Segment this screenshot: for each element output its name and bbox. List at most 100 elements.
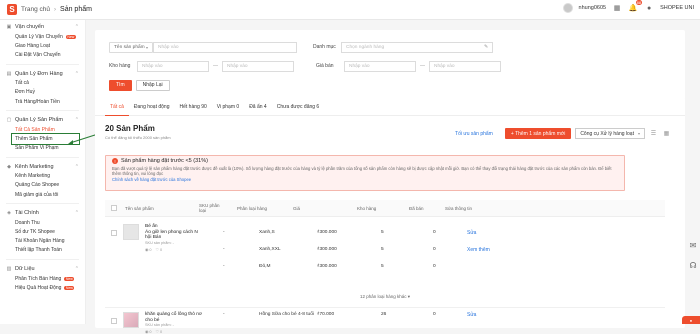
preorder-policy-link[interactable]: Chính sách về hàng đặt trước của Shopee — [112, 177, 618, 182]
breadcrumb-home[interactable]: Trang chủ — [21, 6, 50, 13]
header-stock[interactable]: Kho hàng — [357, 206, 409, 211]
variation-stock: 5 — [381, 264, 433, 269]
sidebar-item-all-orders[interactable]: Tất cả — [6, 79, 79, 88]
sidebar-section-header[interactable]: ◆Kênh Marketing⌃ — [6, 164, 79, 170]
add-product-button[interactable]: + Thêm 1 sản phẩm mới — [505, 128, 571, 139]
product-thumbnail[interactable] — [123, 224, 139, 240]
notification-icon[interactable]: 🔔88 — [628, 3, 638, 13]
variation-name: Hồng Sữa cho bé 4-8 tuổi — [259, 312, 317, 318]
product-name[interactable]: khăn quàng cổ lông thỏ nơ cho bé — [145, 312, 207, 323]
name-type-select[interactable]: Tên sản phẩm▾ — [109, 42, 153, 53]
sidebar-item-ads[interactable]: Quảng Cáo Shopee — [6, 181, 79, 190]
sidebar-section-header[interactable]: ▥Dữ Liệu⌃ — [6, 266, 79, 272]
range-dash: — — [420, 63, 425, 69]
sidebar-section-header[interactable]: ◈Tài Chính⌃ — [6, 210, 79, 216]
sidebar-item-vouchers[interactable]: Mã giảm giá của tôi — [6, 190, 79, 199]
row-checkbox[interactable] — [111, 230, 117, 236]
sidebar-item-bank-account[interactable]: Tài Khoản Ngân Hàng — [6, 237, 79, 246]
select-all-checkbox[interactable] — [111, 205, 117, 211]
list-tools: Tối ưu sản phẩm + Thêm 1 sản phẩm mới Cô… — [455, 128, 671, 139]
product-count: 20 Sản Phẩm Có thể đăng tối thiểu 2000 s… — [105, 124, 171, 140]
sidebar-item-payment-settings[interactable]: Thiết lập Thanh Toán — [6, 246, 79, 255]
header-variation[interactable]: Phân loại hàng — [237, 206, 277, 211]
username[interactable]: nhung0605 — [579, 5, 607, 11]
chevron-up-icon: ⌃ — [75, 71, 79, 77]
box-icon: ▢ — [6, 117, 12, 123]
tab-active[interactable]: Đang hoạt động — [129, 104, 175, 115]
row-divider — [105, 307, 665, 308]
tab-unpublished[interactable]: Chưa được đăng 6 — [272, 104, 325, 115]
shopee-logo[interactable]: S — [7, 4, 17, 15]
table-header: Tên sản phẩm SKU phân loại Phân loại hàn… — [105, 200, 665, 217]
edit-link[interactable]: Sửa — [467, 230, 476, 236]
variation-sku: - — [223, 312, 259, 318]
sidebar-item-shipping-settings[interactable]: Cài Đặt Vận Chuyển — [6, 50, 79, 59]
notification-badge: 88 — [636, 0, 642, 5]
header-sku: SKU phân loại — [199, 203, 227, 213]
sidebar-item-bulk-shipping[interactable]: Giao Hàng Loạt — [6, 41, 79, 50]
sidebar-item-returns[interactable]: Trả Hàng/Hoàn Tiền — [6, 97, 79, 106]
price-to-input[interactable]: Nhập vào — [429, 61, 501, 72]
list-view-icon[interactable]: ☰ — [649, 129, 658, 138]
variation-stock: 5 — [381, 247, 433, 252]
new-badge: New — [66, 35, 76, 39]
sidebar-section-finance: ◈Tài Chính⌃ Doanh Thu Số dư TK Shopee Tà… — [0, 206, 85, 257]
avatar[interactable] — [563, 3, 573, 13]
header-sold[interactable]: Đã bán — [409, 206, 439, 211]
variation-name: Xanh,S — [259, 230, 317, 235]
more-variations-toggle[interactable]: 12 phân loại hàng khác ▾ — [105, 294, 665, 300]
tab-hidden[interactable]: Đã ẩn 4 — [244, 104, 272, 115]
reset-button[interactable]: Nhập Lại — [136, 80, 170, 91]
variation-sku: - — [223, 230, 259, 235]
sidebar-section-header[interactable]: ▤Quản Lý Đơn Hàng⌃ — [6, 71, 79, 77]
sidebar-item-balance[interactable]: Số dư TK Shopee — [6, 227, 79, 236]
product-count-subtitle: Có thể đăng tối thiểu 2000 sản phẩm — [105, 135, 171, 140]
see-more-link[interactable]: Xem thêm — [467, 247, 490, 253]
apps-icon[interactable]: ▦ — [612, 3, 622, 13]
sidebar-section-header[interactable]: ▣Vận chuyển⌃ — [6, 24, 79, 30]
shop-icon[interactable]: ● — [644, 3, 654, 13]
sidebar-item-performance[interactable]: Hiệu Quả Hoạt ĐộngNew — [6, 283, 79, 292]
sidebar-section-marketing: ◆Kênh Marketing⌃ Kênh Marketing Quảng Cá… — [0, 160, 85, 202]
divider — [6, 110, 79, 111]
search-button[interactable]: Tìm — [109, 80, 132, 91]
header-product-name: Tên sản phẩm — [125, 206, 199, 211]
price-from-input[interactable]: Nhập vào — [344, 61, 416, 72]
header-edit: Sửa thông tin — [445, 206, 485, 211]
filter-card: Tên sản phẩm▾ Nhập vào Danh mục Chọn ngà… — [95, 30, 685, 100]
sidebar-item-cancelled[interactable]: Đơn Huỷ — [6, 88, 79, 97]
sidebar-item-shipping-management[interactable]: Quản Lý Vận ChuyểnNew — [6, 32, 79, 41]
tab-all[interactable]: Tất cả — [105, 104, 129, 115]
sidebar-item-sales-analytics[interactable]: Phân Tích Bán HàngNew — [6, 274, 79, 283]
optimize-products-link[interactable]: Tối ưu sản phẩm — [455, 131, 493, 137]
category-select[interactable]: Chọn ngành hàng✎ — [341, 42, 493, 53]
sidebar-item-marketing[interactable]: Kênh Marketing — [6, 172, 79, 181]
grid-view-icon[interactable]: ▦ — [662, 129, 671, 138]
product-thumbnail[interactable] — [123, 312, 139, 328]
tab-out-of-stock[interactable]: Hết hàng 90 — [175, 104, 212, 115]
stock-to-input[interactable]: Nhập vào — [222, 61, 294, 72]
header-price[interactable]: Giá — [293, 206, 351, 211]
stock-from-input[interactable]: Nhập vào — [137, 61, 209, 72]
variation-sku: - — [223, 264, 259, 269]
chat-button[interactable]: ● — [682, 316, 700, 324]
bulk-tool-select[interactable]: Công cụ Xử lý hàng loạt▾ — [575, 128, 645, 139]
edit-link[interactable]: Sửa — [467, 312, 476, 318]
divider — [6, 259, 79, 260]
sidebar-item-revenue[interactable]: Doanh Thu — [6, 218, 79, 227]
main-content: Tên sản phẩm▾ Nhập vào Danh mục Chọn ngà… — [95, 20, 685, 324]
range-dash: — — [213, 63, 218, 69]
headset-icon[interactable]: ☊ — [688, 260, 698, 270]
variation-price: ₫70.000 — [317, 312, 381, 318]
variation-sold: 0 — [433, 247, 467, 252]
shop-label[interactable]: SHOPEE UNI — [660, 5, 694, 11]
row-checkbox[interactable] — [111, 318, 117, 324]
top-bar: S Trang chủ › Sản phẩm nhung0605 ▦ 🔔88 ●… — [0, 0, 700, 20]
product-name[interactable]: Áo giữ len phong cách N hội Bán — [145, 230, 205, 241]
product-name-input[interactable]: Nhập vào — [153, 42, 297, 53]
tab-violations[interactable]: Vi phạm 0 — [212, 104, 244, 115]
chevron-down-icon: ▾ — [638, 131, 640, 136]
sidebar-section-header[interactable]: ▢Quản Lý Sản Phẩm⌃ — [6, 117, 79, 123]
variation-list: - Xanh,S ₫300.000 5 0 Sửa - Xanh,XXL ₫30… — [223, 224, 623, 275]
message-icon[interactable]: ✉ — [688, 240, 698, 250]
